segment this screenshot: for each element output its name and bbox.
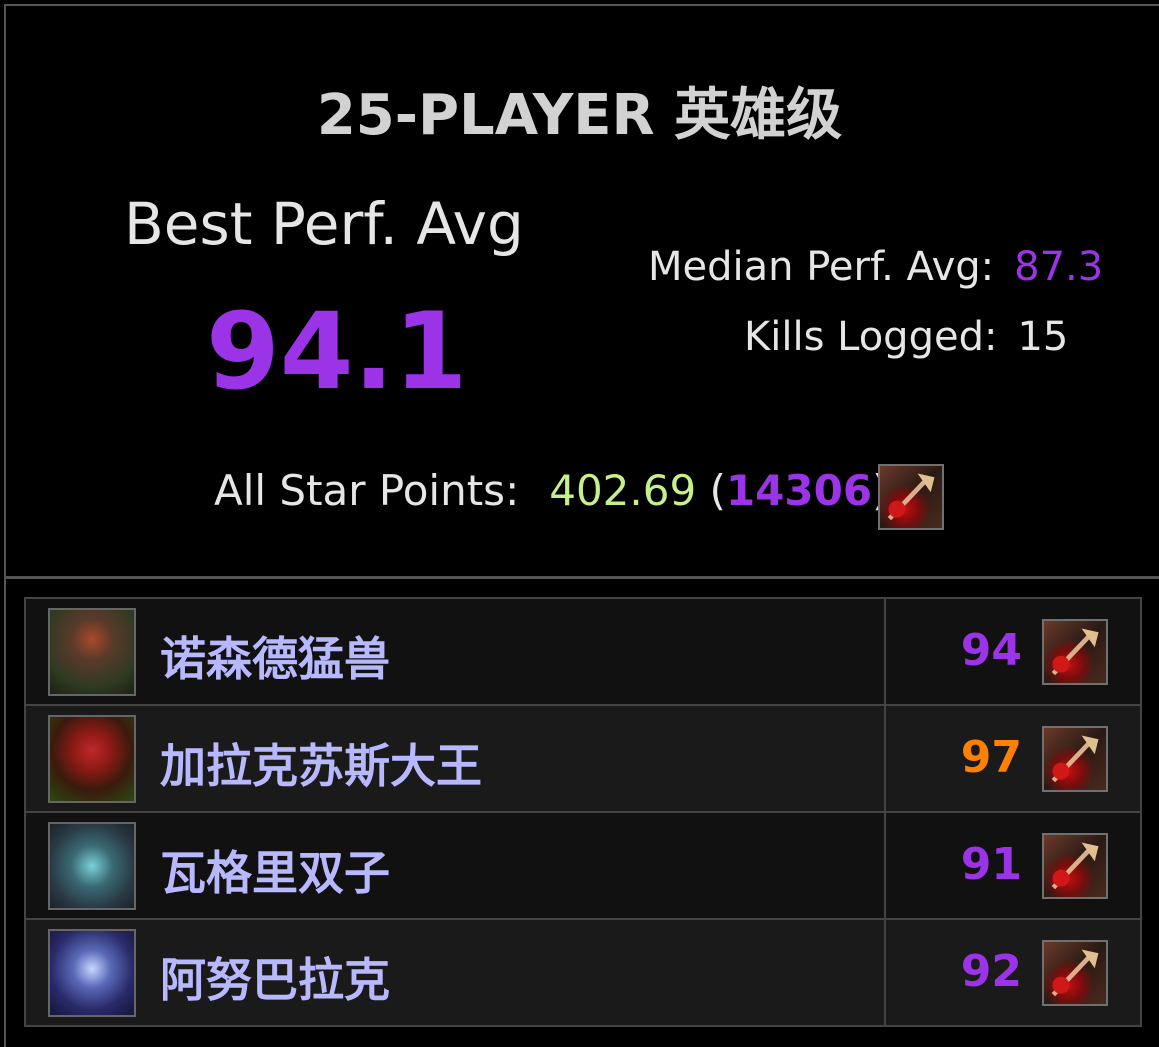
median-perf-label: Median Perf. Avg: xyxy=(648,244,995,290)
boss-name-cell: 诺森德猛兽 xyxy=(23,597,887,706)
fury-warrior-spec-icon xyxy=(1042,833,1109,899)
boss-name[interactable]: 诺森德猛兽 xyxy=(160,623,390,689)
boss-table: 诺森德猛兽 94 加拉克苏斯大王 97 瓦格里双子 91 阿努巴拉克 92 xyxy=(23,597,1142,1027)
kills-logged-label: Kills Logged: xyxy=(744,314,998,360)
all-star-rank[interactable]: 14306 xyxy=(726,466,872,515)
boss-score[interactable]: 97 xyxy=(961,732,1022,783)
boss-score-cell: 92 xyxy=(884,918,1142,1027)
fury-warrior-spec-icon xyxy=(878,464,944,530)
fury-warrior-spec-icon xyxy=(1042,940,1109,1006)
difficulty-title: 25-PLAYER 英雄级 xyxy=(316,83,843,148)
northrend-beasts-portrait xyxy=(48,608,136,696)
boss-score-cell: 94 xyxy=(884,597,1142,706)
best-perf-label: Best Perf. Avg xyxy=(124,190,524,258)
all-star-points-row: All Star Points:402.69 (14306) xyxy=(214,466,888,515)
median-perf-row: Median Perf. Avg: 87.3 xyxy=(648,244,1103,290)
fury-warrior-spec-icon xyxy=(1042,619,1109,685)
all-star-points: 402.69 xyxy=(549,466,697,515)
median-perf-value: 87.3 xyxy=(1014,244,1104,290)
boss-name-cell: 阿努巴拉克 xyxy=(23,918,887,1027)
all-star-paren-open: ( xyxy=(709,466,726,515)
section-divider xyxy=(4,576,1159,579)
boss-score[interactable]: 91 xyxy=(961,839,1022,890)
boss-score[interactable]: 92 xyxy=(961,946,1022,997)
fury-warrior-spec-icon xyxy=(1042,726,1109,792)
all-star-label: All Star Points: xyxy=(214,466,520,515)
boss-score-cell: 91 xyxy=(884,811,1142,920)
best-perf-value: 94.1 xyxy=(206,290,468,413)
boss-name[interactable]: 瓦格里双子 xyxy=(160,837,390,903)
jaraxxus-portrait xyxy=(48,715,136,803)
boss-score[interactable]: 94 xyxy=(961,625,1022,676)
anubarak-portrait xyxy=(48,929,136,1017)
boss-row[interactable]: 诺森德猛兽 94 xyxy=(23,597,1142,706)
boss-row[interactable]: 阿努巴拉克 92 xyxy=(23,918,1142,1027)
kills-logged-value: 15 xyxy=(1017,314,1069,360)
boss-name-cell: 加拉克苏斯大王 xyxy=(23,704,887,813)
boss-score-cell: 97 xyxy=(884,704,1142,813)
boss-row[interactable]: 加拉克苏斯大王 97 xyxy=(23,704,1142,813)
boss-row[interactable]: 瓦格里双子 91 xyxy=(23,811,1142,920)
boss-name[interactable]: 加拉克苏斯大王 xyxy=(160,730,482,796)
boss-name-cell: 瓦格里双子 xyxy=(23,811,887,920)
boss-name[interactable]: 阿努巴拉克 xyxy=(160,944,390,1010)
kills-logged-row: Kills Logged: 15 xyxy=(744,314,1068,360)
valkyr-twins-portrait xyxy=(48,822,136,910)
